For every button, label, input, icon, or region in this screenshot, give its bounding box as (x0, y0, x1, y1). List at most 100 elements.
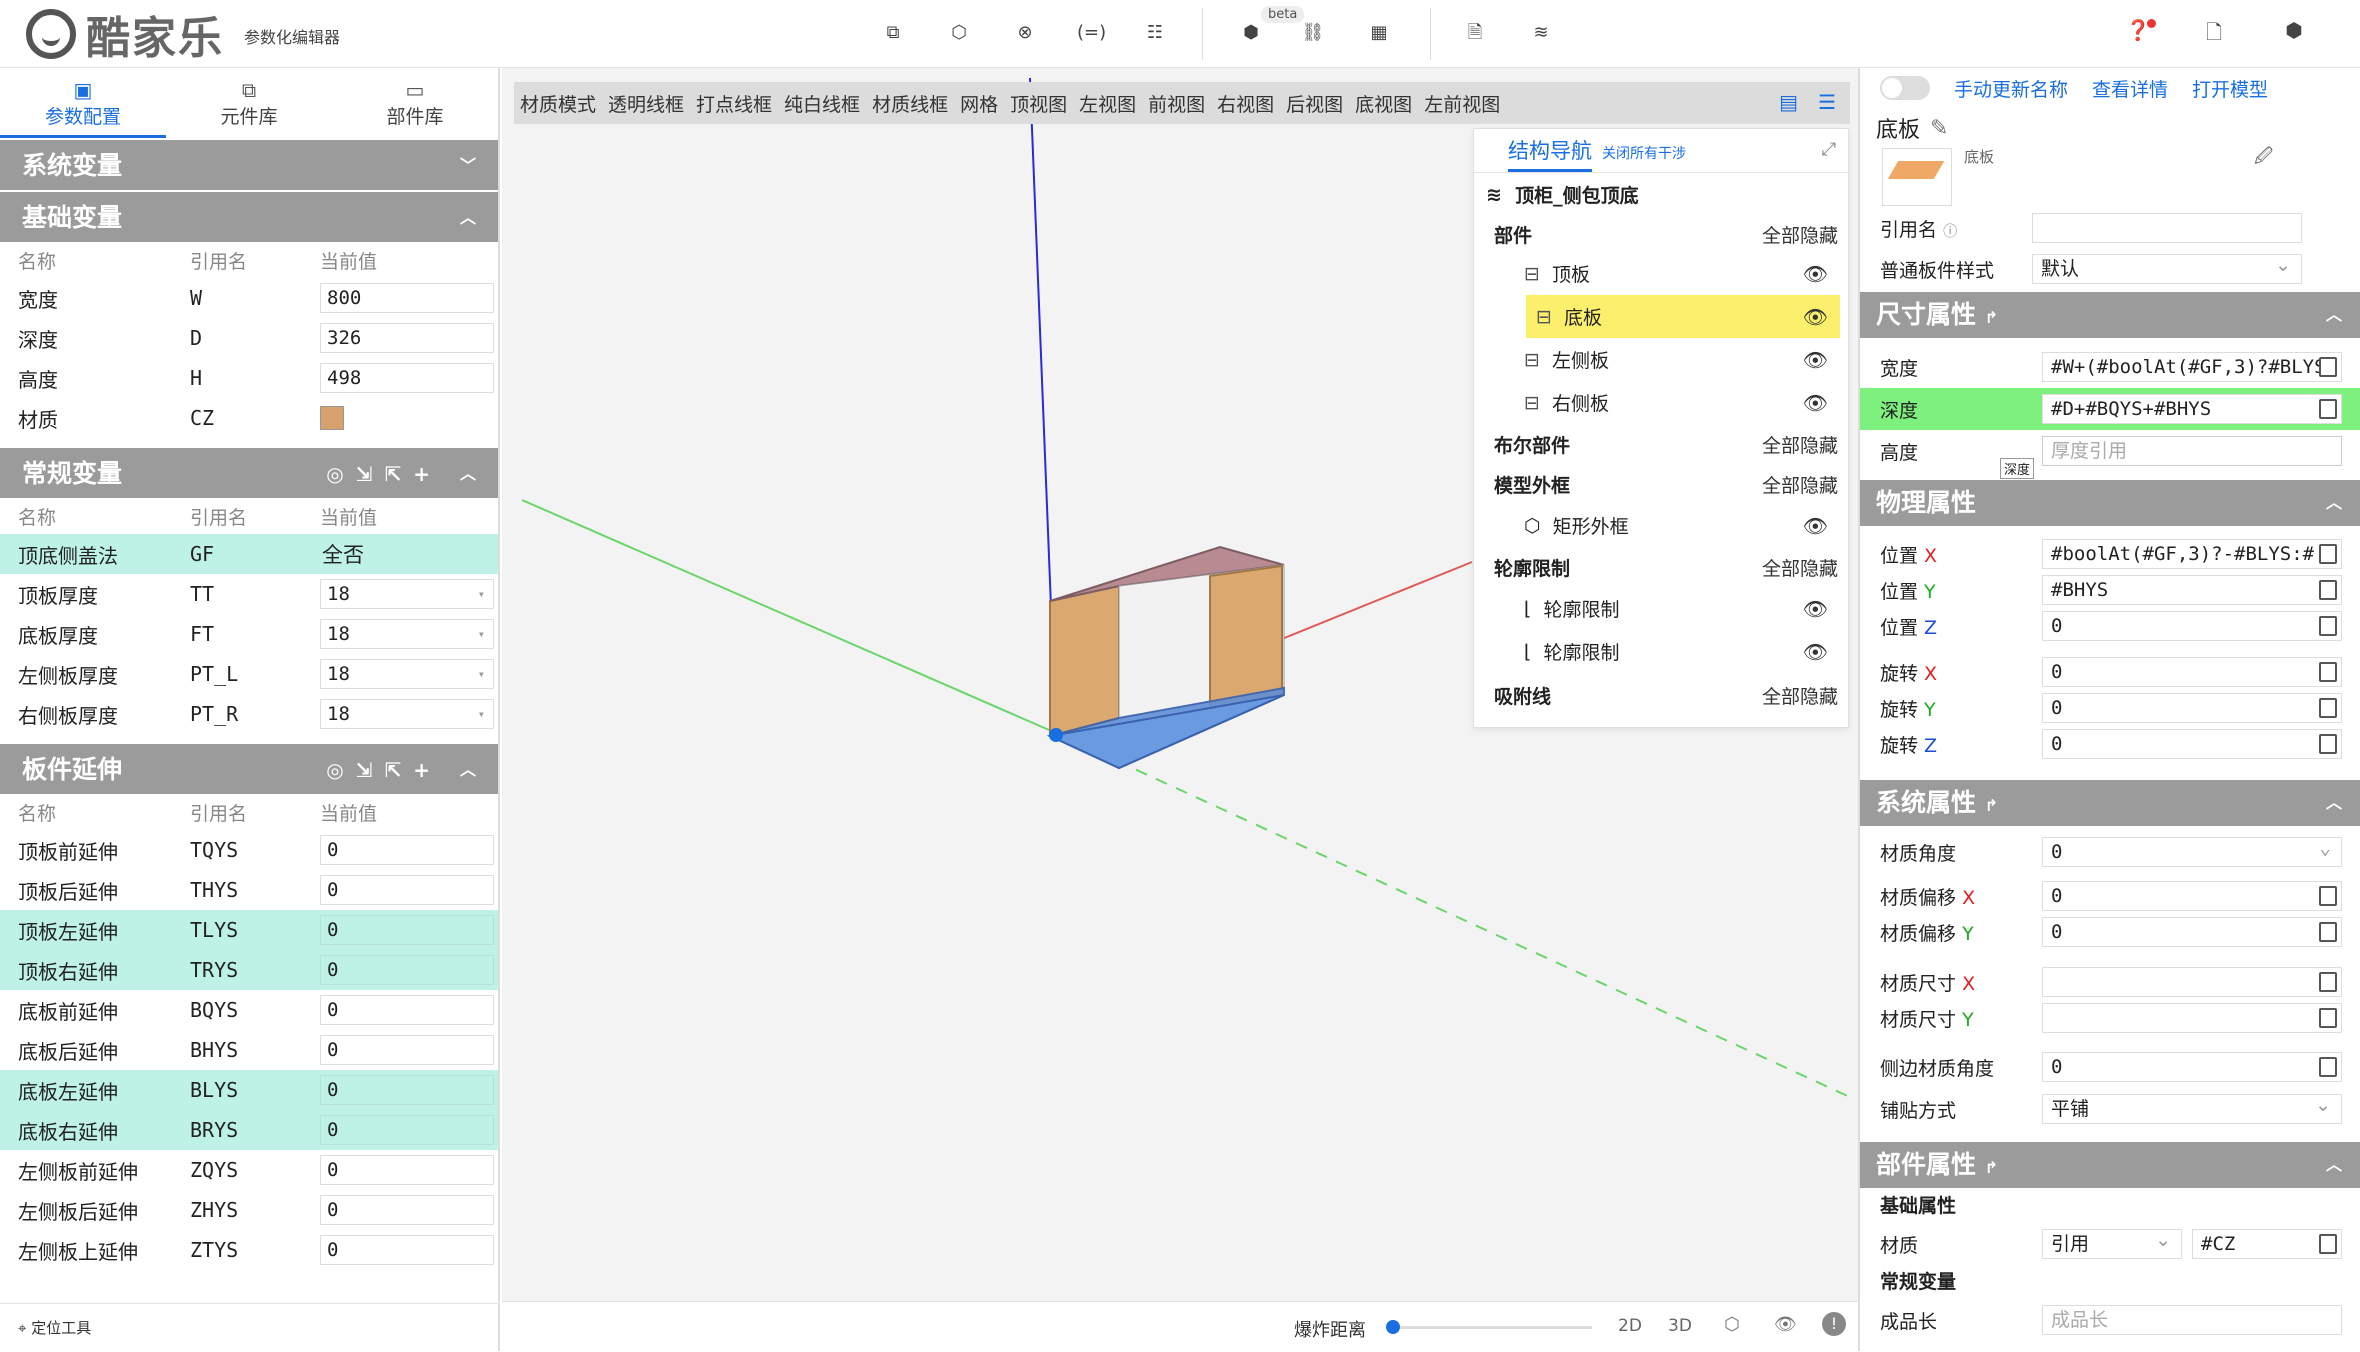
calculator-icon[interactable] (2319, 734, 2337, 754)
view-mode-button[interactable]: 打点线框 (696, 90, 772, 117)
view-mode-button[interactable]: 左前视图 (1424, 90, 1500, 117)
cube-icon[interactable]: ⬡ (1724, 1314, 1740, 1335)
chart-icon[interactable]: ▤ (1779, 90, 1798, 114)
right-side-board[interactable] (1209, 564, 1283, 710)
hide-all-button[interactable]: 全部隐藏 (1762, 682, 1838, 709)
nav-item-outline[interactable]: ⌊ 轮廓限制 👁 (1474, 587, 1848, 630)
view-mode-button[interactable]: 网格 (960, 90, 998, 117)
tab-part-lib[interactable]: ▭ 部件库 (332, 68, 498, 138)
hide-all-button[interactable]: 全部隐藏 (1762, 554, 1838, 581)
var-value-input[interactable]: 0 (320, 1195, 494, 1225)
link-icon[interactable]: ↱ (1985, 1158, 1998, 1177)
box-view-icon[interactable]: ⧉ (880, 20, 906, 46)
size-x-input[interactable] (2042, 967, 2342, 997)
section-board-extend[interactable]: 板件延伸 ◎ ⇲ ⇱ + ︿ (0, 742, 498, 794)
hide-all-button[interactable]: 全部隐藏 (1762, 431, 1838, 458)
var-value-input[interactable]: 0 (320, 1235, 494, 1265)
nav-item-part[interactable]: ⊟ 底板 👁 (1526, 295, 1840, 338)
view-details-link[interactable]: 查看详情 (2092, 75, 2168, 102)
material-mode-select[interactable]: 引用 (2042, 1229, 2182, 1259)
import-icon[interactable]: ⇲ (356, 744, 373, 796)
add-icon[interactable]: + (413, 448, 430, 500)
eye-icon[interactable]: 👁 (1803, 640, 1828, 664)
formula-icon[interactable]: (=) (1077, 20, 1106, 46)
open-model-link[interactable]: 打开模型 (2192, 75, 2268, 102)
var-value-text[interactable]: 全否 (320, 539, 496, 569)
view-mode-button[interactable]: 材质模式 (520, 90, 596, 117)
width-input[interactable]: #W+(#boolAt(#GF,3)?#BLYS (2042, 352, 2342, 382)
nav-item-outline[interactable]: ⌊ 轮廓限制 👁 (1474, 630, 1848, 673)
nav-group-outline[interactable]: 轮廓限制 全部隐藏 (1474, 547, 1848, 587)
var-value-input[interactable]: 0 (320, 1115, 494, 1145)
calculator-icon[interactable] (2319, 616, 2337, 636)
var-value-input[interactable]: 326 (320, 323, 494, 353)
link-icon[interactable]: ⛓ (1300, 20, 1326, 46)
cross-icon[interactable]: ⊗ (1012, 20, 1038, 46)
link-icon[interactable]: ↱ (1985, 796, 1998, 815)
import-icon[interactable]: ⇲ (356, 448, 373, 500)
alert-icon[interactable]: ! (1822, 1312, 1846, 1336)
help-circle-icon[interactable]: ⓘ (1943, 224, 1957, 240)
section-system-props[interactable]: 系统属性 ↱ ︿ (1860, 780, 2360, 826)
eye-icon[interactable]: 👁 (1803, 391, 1828, 415)
view-mode-button[interactable]: 顶视图 (1010, 90, 1067, 117)
link-icon[interactable]: ↱ (1985, 308, 1998, 327)
tiling-select[interactable]: 平铺 (2042, 1094, 2342, 1124)
material-ref-input[interactable]: #CZ (2192, 1229, 2342, 1259)
prop-input[interactable]: 0 (2042, 729, 2342, 759)
export-icon[interactable]: ⇱ (384, 448, 401, 500)
close-all-interference[interactable]: 关闭所有干涉 (1602, 143, 1686, 163)
eye-icon[interactable]: 👁 (1803, 514, 1828, 538)
var-value-select[interactable]: 18 (320, 699, 494, 729)
tree-icon[interactable]: ☰ (1818, 90, 1836, 114)
var-value-input[interactable]: 0 (320, 955, 494, 985)
view-mode-button[interactable]: 左视图 (1079, 90, 1136, 117)
export-icon[interactable]: ⇱ (384, 744, 401, 796)
section-physical-props[interactable]: 物理属性 ︿ (1860, 480, 2360, 526)
depth-input[interactable]: #D+#BQYS+#BHYS (2042, 394, 2342, 424)
file-icon[interactable]: 🗋 (2200, 18, 2228, 48)
document-check-icon[interactable]: 🗎 (1462, 20, 1488, 46)
calculator-icon[interactable] (2319, 1008, 2337, 1028)
nav-item-part[interactable]: ⊟ 左侧板 👁 (1474, 338, 1848, 381)
eye-icon[interactable]: 👁 (1803, 348, 1828, 372)
nav-group-parts[interactable]: 部件 全部隐藏 (1474, 216, 1848, 252)
view-mode-button[interactable]: 纯白线框 (784, 90, 860, 117)
view-mode-button[interactable]: 前视图 (1148, 90, 1205, 117)
eye-icon[interactable]: 👁 (1803, 305, 1828, 329)
hide-all-button[interactable]: 全部隐藏 (1762, 221, 1838, 248)
var-value-input[interactable]: 498 (320, 363, 494, 393)
2d-button[interactable]: 2D (1618, 1316, 1642, 1336)
var-value-input[interactable]: 0 (320, 875, 494, 905)
tab-component-lib[interactable]: ⧉ 元件库 (166, 68, 332, 138)
var-value-input[interactable]: 0 (320, 995, 494, 1025)
auto-name-toggle[interactable] (1880, 76, 1930, 100)
eye-icon[interactable]: 👁 (1803, 262, 1828, 286)
calculator-icon[interactable] (2319, 662, 2337, 682)
var-value-input[interactable]: 800 (320, 283, 494, 313)
calculator-icon[interactable] (2319, 399, 2337, 419)
nav-group-frame[interactable]: 模型外框 全部隐藏 (1474, 464, 1848, 504)
target-icon[interactable]: ◎ (326, 448, 343, 500)
eye-icon[interactable]: 👁 (1803, 597, 1828, 621)
edge-angle-input[interactable]: 0 (2042, 1052, 2342, 1082)
nav-title[interactable]: 结构导航 (1508, 135, 1592, 172)
prop-input[interactable]: #BHYS (2042, 575, 2342, 605)
var-value-select[interactable]: 18 (320, 659, 494, 689)
view-mode-button[interactable]: 透明线框 (608, 90, 684, 117)
ai-model-icon[interactable]: ⬢ (1238, 20, 1264, 46)
model-add-icon[interactable]: ⬡ (946, 20, 972, 46)
slider-handle[interactable] (1386, 1320, 1400, 1334)
target-icon[interactable]: ◎ (326, 744, 343, 796)
view-mode-button[interactable]: 后视图 (1286, 90, 1343, 117)
var-value-input[interactable]: 0 (320, 835, 494, 865)
calculator-icon[interactable] (2319, 922, 2337, 942)
layout-icon[interactable]: ▦ (1366, 20, 1392, 46)
calculator-icon[interactable] (2319, 1234, 2337, 1254)
section-system-vars[interactable]: 系统变量 ﹀ (0, 138, 498, 190)
calculator-icon[interactable] (2319, 698, 2337, 718)
section-size-props[interactable]: 尺寸属性 ↱ ︿ (1860, 292, 2360, 338)
nav-group-bool[interactable]: 布尔部件 全部隐藏 (1474, 424, 1848, 464)
nav-item-part[interactable]: ⊟ 右侧板 👁 (1474, 381, 1848, 424)
left-side-board[interactable] (1049, 584, 1120, 738)
